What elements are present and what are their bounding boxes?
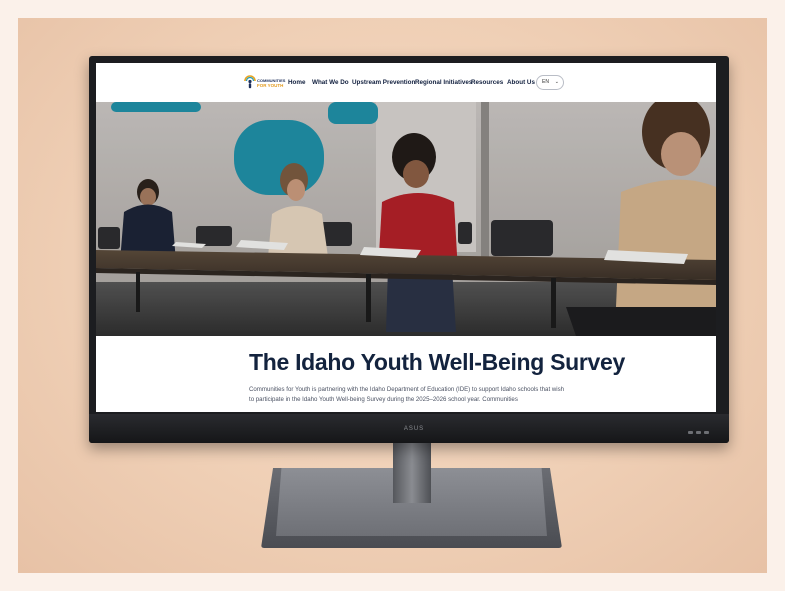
nav-regional-initiatives[interactable]: Regional Initiatives [415, 79, 472, 87]
nav-about-us[interactable]: About Us [507, 79, 535, 87]
intro-paragraph: Communities for Youth is partnering with… [249, 386, 565, 403]
nav-what-we-do[interactable]: What We Do [312, 79, 349, 87]
page-title: The Idaho Youth Well-Being Survey [249, 349, 626, 375]
site-header: COMMUNITIES FOR YOUTH Home What We Do Up… [96, 63, 716, 102]
monitor-buttons [688, 431, 712, 434]
monitor-stand-neck [393, 443, 431, 503]
nav-home[interactable]: Home [288, 79, 306, 87]
site-logo[interactable]: COMMUNITIES FOR YOUTH [243, 72, 285, 91]
nav-resources[interactable]: Resources [471, 79, 503, 87]
chevron-down-icon: ⌄ [554, 79, 559, 85]
logo-text-for-youth: FOR YOUTH [257, 83, 284, 88]
sun-person-icon [244, 75, 256, 89]
nav-upstream-prevention[interactable]: Upstream Prevention [352, 79, 415, 87]
hero-image [96, 102, 716, 336]
language-select[interactable]: EN ⌄ [536, 75, 564, 90]
main-content: The Idaho Youth Well-Being Survey Commun… [96, 336, 716, 412]
browser-viewport: COMMUNITIES FOR YOUTH Home What We Do Up… [96, 63, 716, 412]
language-value: EN [542, 79, 549, 85]
monitor-brand-logo: ASUS [403, 426, 425, 432]
hero-photo-illustration [96, 102, 716, 336]
